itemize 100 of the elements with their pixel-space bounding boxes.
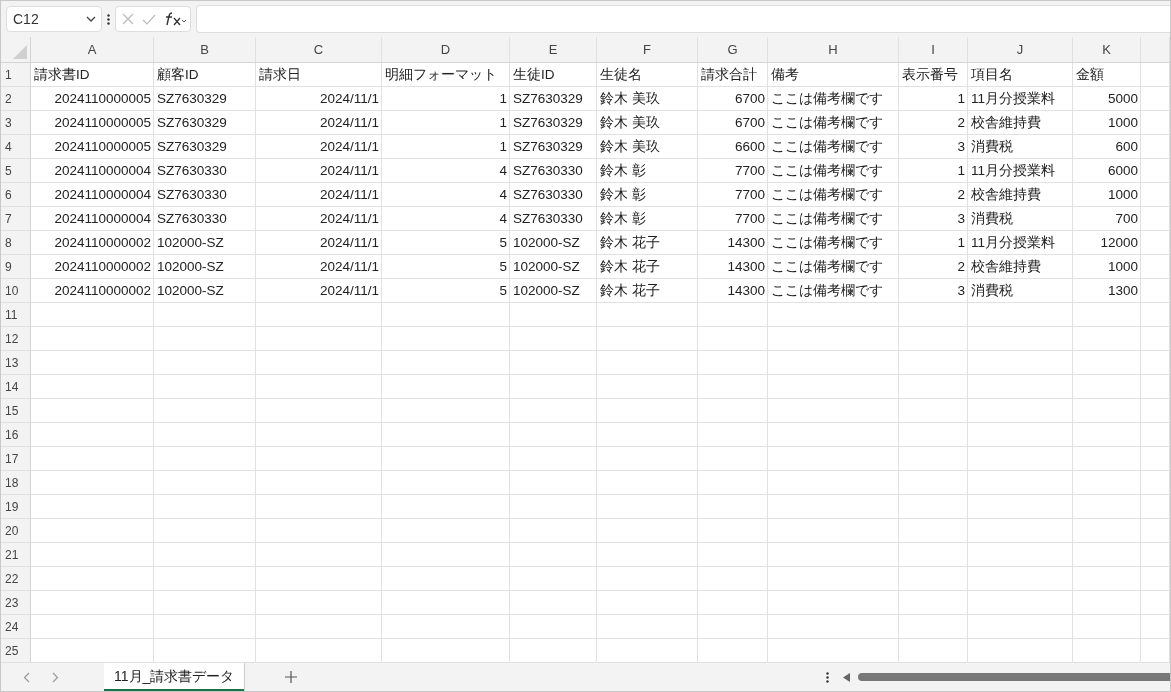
empty-cell[interactable] (510, 495, 597, 519)
empty-cell[interactable] (1141, 183, 1170, 207)
empty-cell[interactable] (1073, 567, 1141, 591)
empty-cell[interactable] (597, 567, 698, 591)
empty-cell[interactable] (256, 543, 382, 567)
empty-cell[interactable] (768, 639, 899, 663)
empty-cell[interactable] (899, 303, 968, 327)
row-header[interactable]: 6 (1, 183, 31, 207)
empty-cell[interactable] (597, 447, 698, 471)
empty-cell[interactable] (510, 471, 597, 495)
empty-cell[interactable] (382, 471, 510, 495)
row-header[interactable]: 5 (1, 159, 31, 183)
empty-cell[interactable] (597, 519, 698, 543)
empty-cell[interactable] (382, 591, 510, 615)
column-header[interactable]: D (382, 37, 510, 63)
empty-cell[interactable] (1073, 303, 1141, 327)
row-header[interactable]: 4 (1, 135, 31, 159)
empty-cell[interactable] (382, 519, 510, 543)
empty-cell[interactable] (154, 447, 256, 471)
empty-cell[interactable] (1141, 303, 1170, 327)
empty-cell[interactable] (698, 567, 768, 591)
empty-cell[interactable] (768, 327, 899, 351)
empty-cell[interactable] (698, 327, 768, 351)
row-header[interactable]: 12 (1, 327, 31, 351)
chevron-right-icon[interactable] (52, 671, 59, 683)
empty-cell[interactable] (256, 495, 382, 519)
empty-cell[interactable] (382, 375, 510, 399)
empty-cell[interactable] (256, 591, 382, 615)
empty-cell[interactable] (1073, 615, 1141, 639)
empty-cell[interactable] (1073, 447, 1141, 471)
row-header[interactable]: 16 (1, 423, 31, 447)
empty-cell[interactable] (1141, 327, 1170, 351)
check-icon[interactable] (142, 13, 156, 25)
empty-cell[interactable] (154, 375, 256, 399)
empty-cell[interactable] (1141, 231, 1170, 255)
empty-cell[interactable] (968, 615, 1073, 639)
empty-cell[interactable] (154, 567, 256, 591)
empty-cell[interactable] (597, 591, 698, 615)
empty-cell[interactable] (382, 327, 510, 351)
empty-cell[interactable] (256, 423, 382, 447)
empty-cell[interactable] (768, 447, 899, 471)
empty-cell[interactable] (154, 495, 256, 519)
empty-cell[interactable] (510, 423, 597, 447)
empty-cell[interactable] (768, 375, 899, 399)
empty-cell[interactable] (154, 471, 256, 495)
empty-cell[interactable] (256, 303, 382, 327)
row-header[interactable]: 17 (1, 447, 31, 471)
empty-cell[interactable] (1073, 375, 1141, 399)
empty-cell[interactable] (1073, 327, 1141, 351)
select-all-corner[interactable] (1, 37, 31, 63)
empty-cell[interactable] (1073, 423, 1141, 447)
empty-cell[interactable] (256, 327, 382, 351)
empty-cell[interactable] (1141, 207, 1170, 231)
row-header[interactable]: 9 (1, 255, 31, 279)
empty-cell[interactable] (768, 423, 899, 447)
empty-cell[interactable] (1141, 567, 1170, 591)
row-header[interactable]: 15 (1, 399, 31, 423)
empty-cell[interactable] (698, 471, 768, 495)
empty-cell[interactable] (1141, 615, 1170, 639)
empty-cell[interactable] (768, 519, 899, 543)
scroll-left-icon[interactable] (843, 672, 850, 682)
empty-cell[interactable] (899, 591, 968, 615)
empty-cell[interactable] (1141, 279, 1170, 303)
empty-cell[interactable] (597, 399, 698, 423)
empty-cell[interactable] (768, 495, 899, 519)
row-header[interactable]: 13 (1, 351, 31, 375)
empty-cell[interactable] (698, 591, 768, 615)
row-header[interactable]: 18 (1, 471, 31, 495)
empty-cell[interactable] (597, 375, 698, 399)
empty-cell[interactable] (968, 639, 1073, 663)
empty-cell[interactable] (768, 543, 899, 567)
empty-cell[interactable] (968, 327, 1073, 351)
row-header[interactable]: 11 (1, 303, 31, 327)
empty-cell[interactable] (1141, 399, 1170, 423)
row-header[interactable]: 14 (1, 375, 31, 399)
add-sheet-icon[interactable] (285, 671, 298, 683)
empty-cell[interactable] (1141, 543, 1170, 567)
empty-cell[interactable] (968, 447, 1073, 471)
empty-cell[interactable] (899, 519, 968, 543)
empty-cell[interactable] (154, 399, 256, 423)
row-header[interactable]: 24 (1, 615, 31, 639)
empty-cell[interactable] (968, 591, 1073, 615)
empty-cell[interactable] (382, 303, 510, 327)
empty-cell[interactable] (768, 615, 899, 639)
empty-cell[interactable] (899, 423, 968, 447)
empty-cell[interactable] (968, 399, 1073, 423)
empty-cell[interactable] (1141, 471, 1170, 495)
row-header[interactable]: 3 (1, 111, 31, 135)
column-header[interactable]: J (968, 37, 1073, 63)
row-header[interactable]: 25 (1, 639, 31, 663)
empty-cell[interactable] (382, 351, 510, 375)
empty-cell[interactable] (256, 567, 382, 591)
function-icon[interactable] (164, 12, 186, 26)
empty-cell[interactable] (510, 543, 597, 567)
empty-cell[interactable] (382, 399, 510, 423)
empty-cell[interactable] (698, 639, 768, 663)
empty-cell[interactable] (698, 447, 768, 471)
empty-cell[interactable] (1141, 255, 1170, 279)
empty-cell[interactable] (768, 591, 899, 615)
empty-cell[interactable] (256, 471, 382, 495)
